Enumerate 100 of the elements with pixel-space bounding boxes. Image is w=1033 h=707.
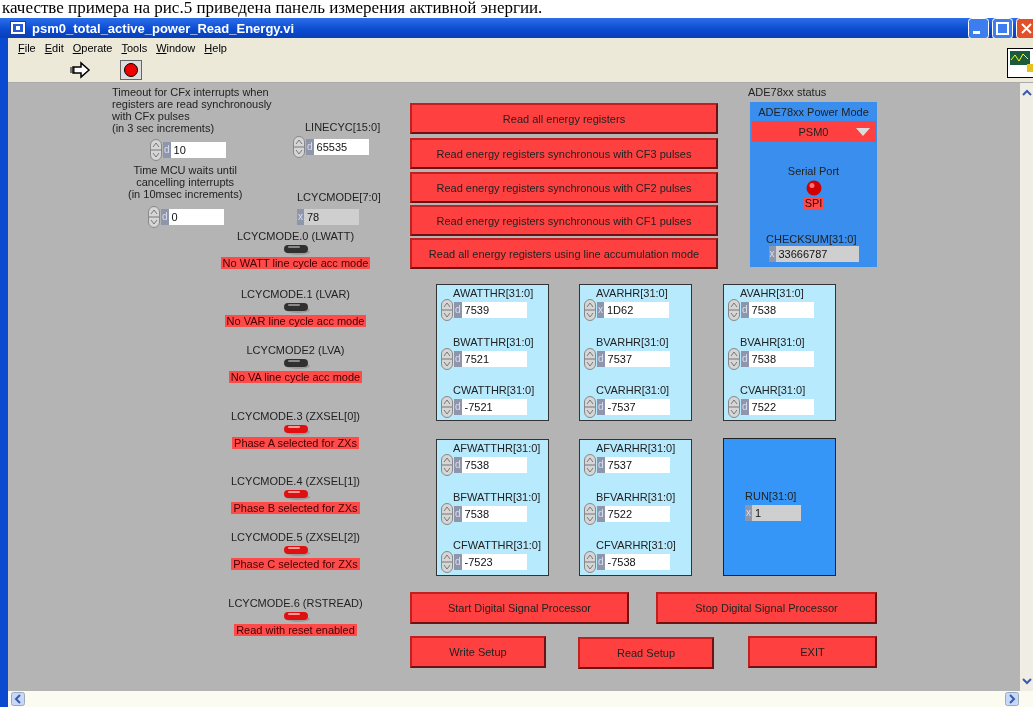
numeric-field[interactable]: -7538 [604,554,670,570]
status-text: No VA line cycle acc mode [228,371,363,383]
spin-buttons[interactable] [441,551,453,573]
action-button[interactable]: Stop Digital Signal Processor [656,592,877,624]
toggle-switch[interactable] [281,545,310,556]
numeric-field[interactable]: 0 [168,209,224,225]
panel-icon [1007,48,1033,78]
menu-item[interactable]: Window [156,41,196,54]
numeric-field[interactable]: -7521 [461,399,527,415]
menu-item[interactable]: Edit [44,41,64,54]
register-label: AWATTHR[31:0] [452,287,535,299]
run-arrow-icon[interactable] [70,61,92,79]
spin-buttons[interactable] [441,299,453,321]
maximize-button[interactable] [992,17,1013,39]
menu-item[interactable]: Help [204,41,227,54]
register-label: BFVARHR[31:0] [595,490,677,503]
action-button[interactable]: Read energy registers synchronous with CF3 pulses [410,138,718,169]
spin-buttons[interactable] [584,454,596,476]
menu-item[interactable]: File [18,41,36,54]
action-button[interactable]: Read Setup [578,637,714,669]
control-label: CHECKSUM[31:0] [766,233,857,245]
spin-buttons[interactable] [584,299,596,321]
vertical-scrollbar[interactable] [1020,83,1033,691]
caret-icon [855,128,870,136]
menu-item[interactable]: Tools [121,41,148,54]
control-label: Serial Port [787,165,840,177]
toggle-switch[interactable] [281,302,310,313]
group-title: ADE78xx status [748,86,827,98]
numeric-field[interactable]: 7537 [604,350,670,367]
numeric-field[interactable]: 7538 [461,457,527,473]
toggle-switch[interactable] [281,489,310,500]
radix-label: d [163,142,171,158]
menu-item[interactable]: Operate [72,41,113,54]
numeric-field[interactable]: 7521 [461,350,527,367]
spin-buttons[interactable] [148,206,160,228]
spin-buttons[interactable] [441,454,453,476]
numeric-field[interactable]: -7537 [604,399,670,415]
numeric-field[interactable]: 10 [170,142,226,158]
switch-label: LCYCMODE2 (LVA) [246,344,345,356]
indicator-field: 1 [752,505,801,521]
numeric-field[interactable]: 7538 [748,302,814,318]
action-button[interactable]: Read energy registers synchronous with CF1 pulses [410,205,718,236]
register-label: BVARHR[31:0] [595,335,670,348]
radix-label: d [597,399,605,415]
numeric-field[interactable]: 7538 [748,350,814,367]
switch-label: LCYCMODE.3 (ZXSEL[0]) [231,410,360,422]
spin-buttons[interactable] [728,299,740,321]
toggle-switch[interactable] [281,244,310,255]
toggle-switch[interactable] [281,358,310,369]
action-button[interactable]: Read all energy registers [410,103,718,134]
radix-label: d [306,139,314,155]
horizontal-scrollbar[interactable] [8,691,1033,707]
numeric-field[interactable]: 7539 [461,302,527,318]
switch-label: LCYCMODE.1 (LVAR) [241,288,350,300]
spin-buttons[interactable] [150,139,162,161]
spin-buttons[interactable] [441,502,453,525]
register-label: AFWATTHR[31:0] [452,442,542,454]
control-label: ADE78xx Power Mode [758,106,869,118]
numeric-field[interactable]: 7522 [748,399,814,415]
switch-label: LCYCMODE.5 (ZXSEL[2]) [231,531,360,543]
spin-buttons[interactable] [584,396,596,418]
numeric-field[interactable]: 7522 [604,505,670,522]
led-indicator [805,180,822,196]
switch-label: LCYCMODE.4 (ZXSEL[1]) [231,475,360,487]
port-value: SPI [802,197,825,209]
action-button[interactable]: EXIT [748,636,877,668]
register-label: AFVARHR[31:0] [595,442,677,454]
close-button[interactable] [1016,17,1033,39]
radix-label: d [597,350,605,367]
spin-buttons[interactable] [584,347,596,370]
spin-buttons[interactable] [584,502,596,525]
scroll-down-icon[interactable] [1020,675,1033,687]
toggle-switch[interactable] [281,611,310,622]
toggle-switch[interactable] [281,424,310,435]
minimize-button[interactable] [968,17,989,39]
status-text: Phase B selected for ZXs [231,502,360,514]
radix-label: x [297,209,304,225]
action-button[interactable]: Read energy registers synchronous with CF2 pulses [410,172,718,203]
spin-buttons[interactable] [441,396,453,418]
mode-dropdown[interactable]: PSM0 [751,121,876,142]
stop-icon[interactable] [120,60,142,80]
radix-label: d [597,554,605,570]
numeric-field[interactable]: 65535 [313,139,369,155]
spin-buttons[interactable] [441,347,453,370]
action-button[interactable]: Start Digital Signal Processor [410,592,629,624]
numeric-field[interactable]: 7537 [604,457,670,473]
numeric-field[interactable]: 7538 [461,505,527,522]
status-text: No VAR line cycle acc mode [224,315,367,327]
spin-buttons[interactable] [728,396,740,418]
spin-buttons[interactable] [293,136,305,158]
scroll-right-icon[interactable] [1005,692,1019,706]
numeric-field[interactable]: -7523 [461,554,527,570]
register-label: CVARHR[31:0] [595,384,671,396]
action-button[interactable]: Write Setup [410,636,546,668]
action-button[interactable]: Read all energy registers using line accumulation mode [410,238,718,269]
spin-buttons[interactable] [728,347,740,370]
spin-buttons[interactable] [584,551,596,573]
radix-label: d [454,554,462,570]
numeric-field[interactable]: 1D62 [604,302,669,318]
scroll-left-icon[interactable] [11,692,25,706]
